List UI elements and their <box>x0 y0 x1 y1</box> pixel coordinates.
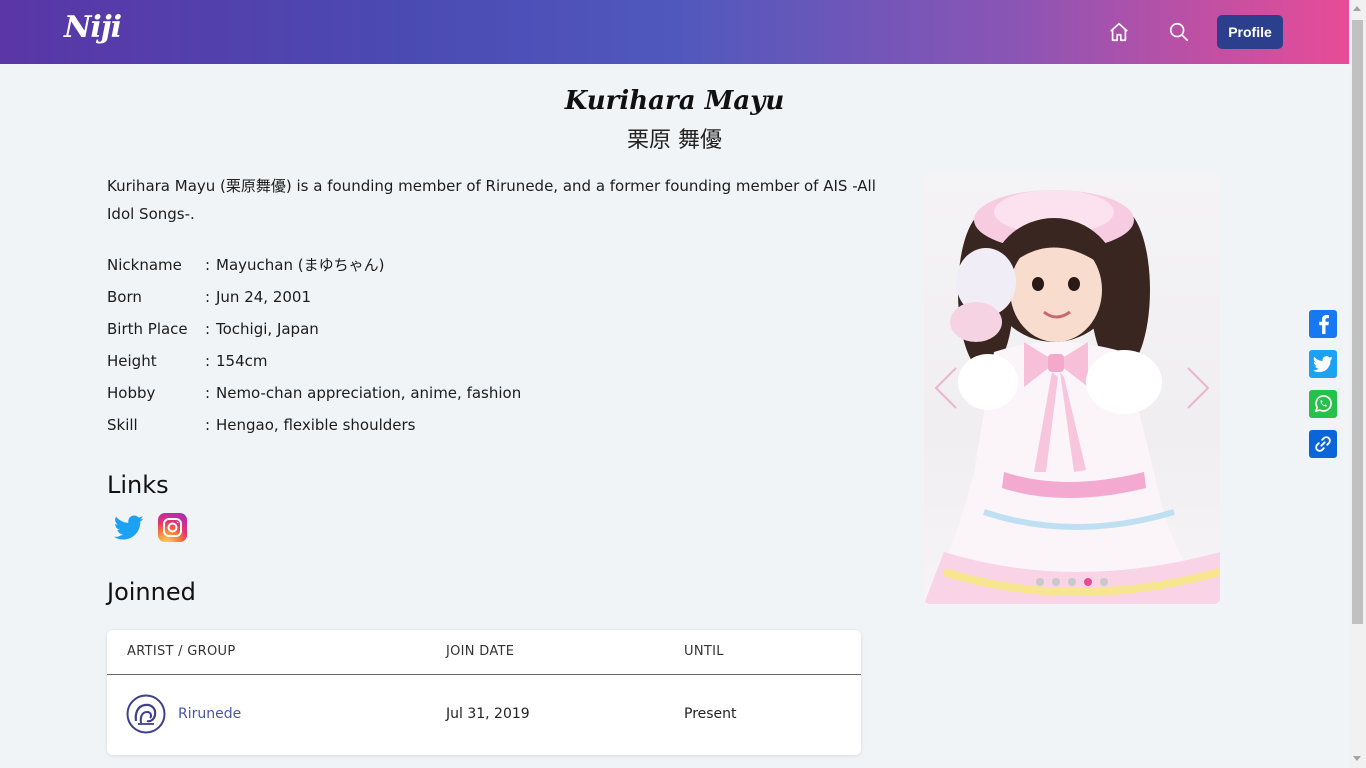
info-value: Tochigi, Japan <box>216 320 319 338</box>
column-header-join-date: JOIN DATE <box>446 644 515 659</box>
scroll-down-arrow-icon[interactable] <box>1353 756 1361 761</box>
copy-link-icon <box>1315 436 1331 452</box>
member-photo <box>924 190 1220 604</box>
whatsapp-icon <box>1314 395 1332 413</box>
info-value: Jun 24, 2001 <box>216 288 312 306</box>
links-heading: Links <box>107 471 169 499</box>
member-description: Kurihara Mayu (栗原舞優) is a founding membe… <box>107 177 876 223</box>
share-copy-link-button[interactable] <box>1309 430 1337 458</box>
carousel-indicators <box>1036 578 1108 586</box>
info-colon: : <box>205 384 211 402</box>
until-cell: Present <box>684 706 737 722</box>
profile-button[interactable]: Profile <box>1217 15 1283 49</box>
site-logo[interactable]: Niji <box>64 10 122 45</box>
info-colon: : <box>205 288 211 306</box>
carousel-dot-5[interactable] <box>1100 578 1108 586</box>
info-colon: : <box>205 256 211 274</box>
info-label: Nickname <box>107 256 182 274</box>
info-value: 154cm <box>216 352 268 370</box>
instagram-icon[interactable] <box>158 513 187 542</box>
group-link-rirunede[interactable]: Rirunede <box>178 706 241 722</box>
info-row-height: Height : 154cm <box>107 348 807 380</box>
share-facebook-button[interactable] <box>1309 310 1337 338</box>
home-icon[interactable] <box>1108 21 1130 43</box>
search-icon[interactable] <box>1168 21 1190 43</box>
facebook-icon <box>1319 315 1329 334</box>
carousel-dot-1[interactable] <box>1036 578 1044 586</box>
info-colon: : <box>205 416 211 434</box>
info-label: Hobby <box>107 384 156 402</box>
info-row-skill: Skill : Hengao, flexible shoulders <box>107 412 807 444</box>
info-row-hobby: Hobby : Nemo-chan appreciation, anime, f… <box>107 380 807 412</box>
share-twitter-button[interactable] <box>1309 350 1337 378</box>
info-row-nickname: Nickname : Mayuchan (まゆちゃん) <box>107 252 807 284</box>
info-row-born: Born : Jun 24, 2001 <box>107 284 807 316</box>
carousel-prev-arrow-icon[interactable] <box>932 364 960 412</box>
carousel-next-arrow-icon[interactable] <box>1184 364 1212 412</box>
info-label: Birth Place <box>107 320 188 338</box>
column-header-artist-group: ARTIST / GROUP <box>127 644 236 659</box>
member-name-english: Kurihara Mayu <box>564 86 785 116</box>
group-avatar-icon[interactable] <box>126 694 166 734</box>
member-name-japanese: 栗原 舞優 <box>627 128 722 153</box>
joined-table: ARTIST / GROUP JOIN DATE UNTIL Rirunede … <box>107 630 861 755</box>
carousel-dot-4[interactable] <box>1084 578 1092 586</box>
carousel-dot-2[interactable] <box>1052 578 1060 586</box>
info-label: Born <box>107 288 142 306</box>
page-scrollbar[interactable] <box>1349 0 1366 768</box>
scroll-up-arrow-icon[interactable] <box>1353 6 1361 11</box>
member-info-list: Nickname : Mayuchan (まゆちゃん) Born : Jun 2… <box>107 252 807 444</box>
join-date-cell: Jul 31, 2019 <box>446 706 530 722</box>
share-whatsapp-button[interactable] <box>1309 390 1337 418</box>
carousel-dot-3[interactable] <box>1068 578 1076 586</box>
top-navbar: Niji Profile <box>0 0 1349 64</box>
info-label: Height <box>107 352 157 370</box>
twitter-icon[interactable] <box>114 514 144 542</box>
info-value: Nemo-chan appreciation, anime, fashion <box>216 384 522 402</box>
info-value: Mayuchan (まゆちゃん) <box>216 256 385 274</box>
info-label: Skill <box>107 416 138 434</box>
info-value: Hengao, flexible shoulders <box>216 416 416 434</box>
joined-heading: Joinned <box>107 578 196 606</box>
twitter-icon <box>1313 355 1333 372</box>
photo-carousel[interactable] <box>924 172 1220 604</box>
table-header-divider <box>107 674 861 675</box>
info-row-birth-place: Birth Place : Tochigi, Japan <box>107 316 807 348</box>
info-colon: : <box>205 320 211 338</box>
info-colon: : <box>205 352 211 370</box>
column-header-until: UNTIL <box>684 644 724 659</box>
scroll-thumb[interactable] <box>1352 20 1363 624</box>
